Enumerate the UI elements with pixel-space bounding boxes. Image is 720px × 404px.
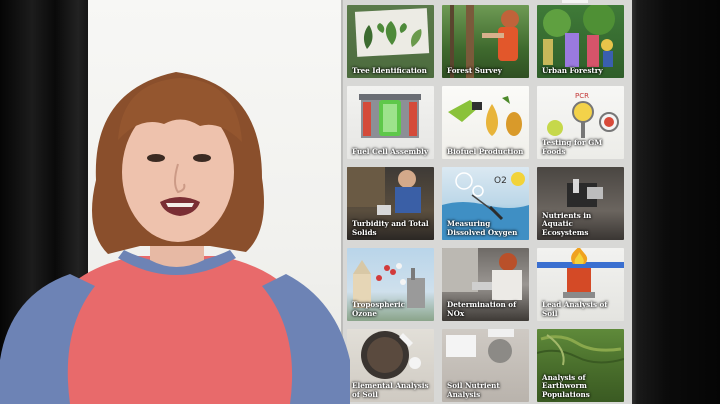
tile-elemental-analysis-soil[interactable]: Elemental Analysis of Soil bbox=[347, 329, 434, 402]
tile-determination-nox[interactable]: Determination of NOx bbox=[442, 248, 529, 321]
tile-title: Elemental Analysis of Soil bbox=[352, 381, 429, 399]
tile-forest-survey[interactable]: Forest Survey bbox=[442, 5, 529, 78]
tile-title: Turbidity and Total Solids bbox=[352, 219, 429, 237]
tile-dissolved-oxygen[interactable]: O2 Measuring Dissolved Oxygen bbox=[442, 167, 529, 240]
tile-title: Measuring Dissolved Oxygen bbox=[447, 219, 518, 237]
tile-title: Testing for GM Foods bbox=[542, 138, 603, 156]
pcr-badge: PCR bbox=[575, 92, 589, 100]
tile-title: Lead Analysis of Soil bbox=[542, 300, 608, 318]
video-frame: Tree Identification Forest Survey Urban … bbox=[0, 0, 720, 404]
tile-title: Tropospheric Ozone bbox=[352, 300, 405, 318]
tile-lead-analysis-soil[interactable]: Lead Analysis of Soil bbox=[537, 248, 624, 321]
tile-testing-gm-foods[interactable]: PCR Testing for GM Foods bbox=[537, 86, 624, 159]
tile-biofuel-production[interactable]: Biofuel Production bbox=[442, 86, 529, 159]
tile-title: Fuel Cell Assembly bbox=[352, 146, 429, 156]
lab-grid-panel: Tree Identification Forest Survey Urban … bbox=[341, 0, 632, 404]
presenter-person bbox=[0, 72, 350, 404]
tile-soil-nutrient-analysis[interactable]: Soil Nutrient Analysis bbox=[442, 329, 529, 402]
tile-nutrients-aquatic[interactable]: Nutrients in Aquatic Ecosystems bbox=[537, 167, 624, 240]
tile-title: Determination of NOx bbox=[447, 300, 517, 318]
top-edge-tab bbox=[562, 0, 588, 3]
tile-urban-forestry[interactable]: Urban Forestry bbox=[537, 5, 624, 78]
tile-fuel-cell-assembly[interactable]: Fuel Cell Assembly bbox=[347, 86, 434, 159]
right-eye bbox=[193, 154, 211, 162]
tile-title: Nutrients in Aquatic Ecosystems bbox=[542, 210, 592, 237]
tile-title: Urban Forestry bbox=[542, 65, 603, 75]
tile-title: Soil Nutrient Analysis bbox=[447, 381, 500, 399]
tile-title: Analysis of Earthworm Populations bbox=[542, 372, 590, 399]
tile-title: Tree Identification bbox=[352, 65, 427, 75]
left-eye bbox=[147, 154, 165, 162]
tile-title: Forest Survey bbox=[447, 65, 502, 75]
tile-turbidity-total-solids[interactable]: Turbidity and Total Solids bbox=[347, 167, 434, 240]
tile-title: Biofuel Production bbox=[447, 146, 524, 156]
o2-badge: O2 bbox=[494, 176, 507, 186]
dark-right-background bbox=[630, 0, 720, 404]
tile-earthworm-populations[interactable]: Analysis of Earthworm Populations bbox=[537, 329, 624, 402]
tile-tree-identification[interactable]: Tree Identification bbox=[347, 5, 434, 78]
tile-tropospheric-ozone[interactable]: Tropospheric Ozone bbox=[347, 248, 434, 321]
